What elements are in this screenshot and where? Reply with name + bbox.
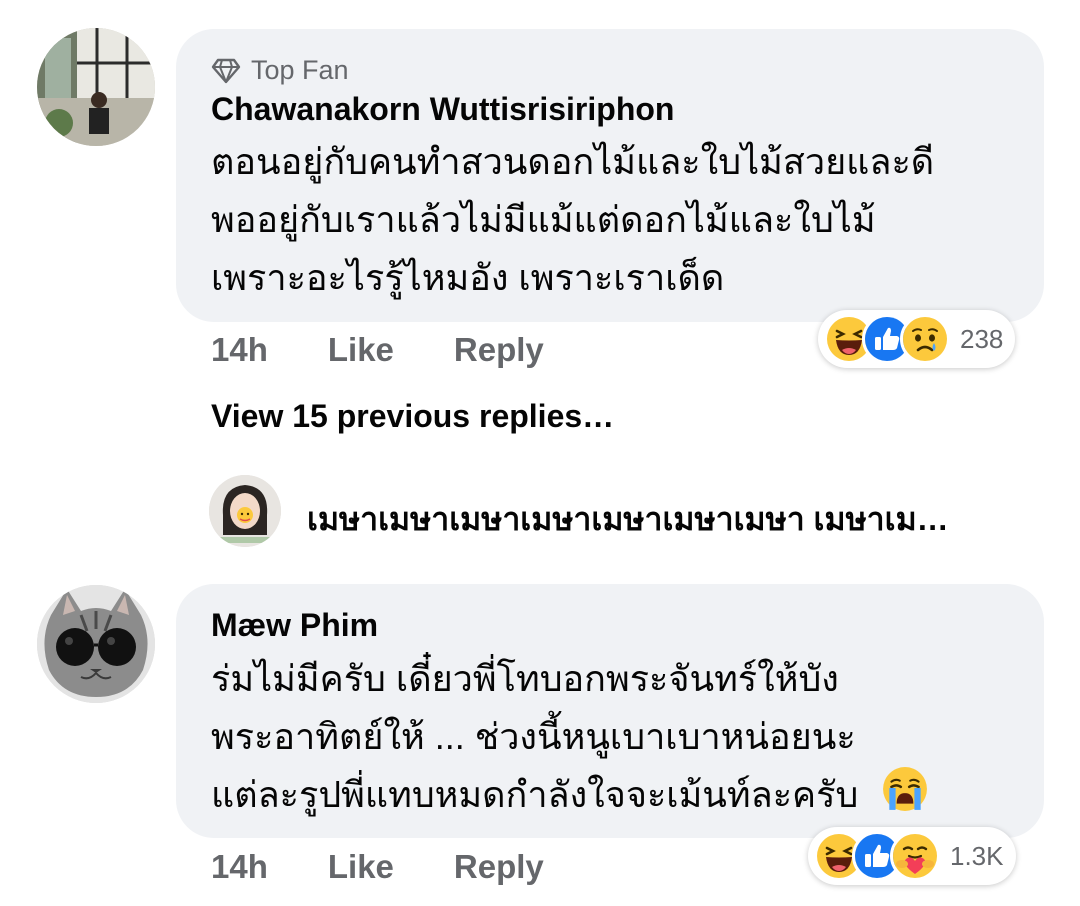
reaction-count: 1.3K bbox=[950, 840, 1004, 871]
comment-author[interactable]: Mæw Phim bbox=[211, 607, 378, 644]
reaction-summary[interactable]: 1.3K bbox=[808, 827, 1016, 885]
comment-line: พระอาทิตย์ให้ ... ช่วงนี้หนูเบาเบาหน่อยน… bbox=[211, 716, 856, 757]
avatar-chawanakorn[interactable] bbox=[37, 28, 155, 146]
comment-line: แต่ละรูปพี่แทบหมดกำลังใจจะเม้นท์ละครับ bbox=[211, 774, 859, 816]
badge-label: Top Fan bbox=[251, 55, 349, 85]
reply-preview-text[interactable]: เมษาเมษาเมษาเมษาเมษาเมษาเมษา เมษาเม… bbox=[307, 494, 949, 545]
comment-author[interactable]: Chawanakorn Wuttisrisiriphon bbox=[211, 91, 674, 128]
reply-button[interactable]: Reply bbox=[454, 848, 544, 886]
comment-line: เพราะอะไรรู้ไหมอัง เพราะเราเด็ด bbox=[211, 257, 725, 298]
like-button[interactable]: Like bbox=[328, 331, 394, 369]
reaction-summary[interactable]: 238 bbox=[818, 310, 1016, 368]
care-icon bbox=[890, 831, 940, 881]
comment-line: พออยู่กับเราแล้วไม่มีแม้แต่ดอกไม้และใบไม… bbox=[211, 199, 876, 240]
sad-icon bbox=[900, 314, 950, 364]
timestamp[interactable]: 14h bbox=[211, 331, 268, 369]
comment-line: ร่มไม่มีครับ เดี๋ยวพี่โทบอกพระจันทร์ให้บ… bbox=[211, 658, 839, 699]
top-fan-badge: Top Fan bbox=[211, 55, 349, 86]
comment-text: ร่มไม่มีครับ เดี๋ยวพี่โทบอกพระจันทร์ให้บ… bbox=[211, 650, 928, 829]
reaction-count: 238 bbox=[960, 323, 1004, 354]
comment-line-with-emoji: แต่ละรูปพี่แทบหมดกำลังใจจะเม้นท์ละครับ bbox=[211, 766, 928, 829]
like-button[interactable]: Like bbox=[328, 848, 394, 886]
view-previous-replies-link[interactable]: View 15 previous replies… bbox=[211, 398, 614, 435]
diamond-icon bbox=[211, 58, 241, 84]
reply-button[interactable]: Reply bbox=[454, 331, 544, 369]
timestamp[interactable]: 14h bbox=[211, 848, 268, 886]
comment-actions: 14h Like Reply bbox=[211, 848, 604, 886]
avatar-reply[interactable] bbox=[209, 475, 281, 547]
crying-face-icon bbox=[882, 766, 928, 829]
comment-line: ตอนอยู่กับคนทำสวนดอกไม้และใบไม้สวยและดี bbox=[211, 141, 935, 182]
comment-text: ตอนอยู่กับคนทำสวนดอกไม้และใบไม้สวยและดี … bbox=[211, 133, 934, 307]
avatar-maew-phim[interactable] bbox=[37, 585, 155, 703]
comment-actions: 14h Like Reply bbox=[211, 331, 604, 369]
